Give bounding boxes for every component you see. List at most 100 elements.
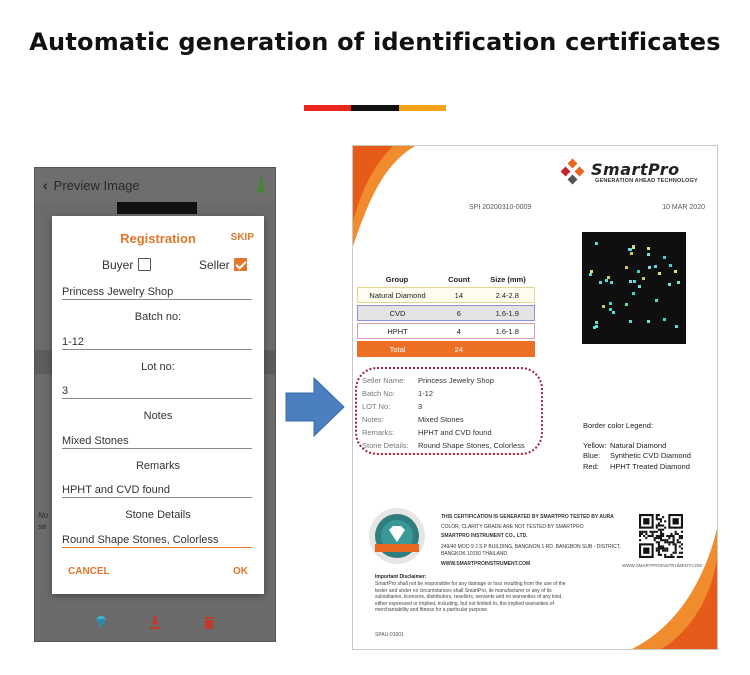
- gem-dot: [632, 291, 636, 295]
- background-text: No se: [38, 511, 49, 531]
- brand-name: SmartPro: [591, 160, 680, 179]
- group-table: Group Count Size (mm) Natural Diamond 14…: [357, 271, 535, 359]
- headline: Automatic generation of identification c…: [29, 28, 721, 56]
- certificate: SmartPro GENERATION AHEAD TECHNOLOGY SPI…: [352, 145, 718, 650]
- table-header: Group Count Size (mm): [385, 274, 526, 284]
- delete-icon[interactable]: [201, 614, 217, 630]
- disclaimer-title: Important Disclaimer:: [375, 574, 427, 580]
- gem-dot: [676, 281, 680, 284]
- details-highlight: Seller Name: Princess Jewelry Shop Batch …: [355, 367, 543, 455]
- table-row: CVD 6 1.6-1.9: [357, 305, 535, 321]
- tricolor-bar: [304, 105, 446, 111]
- preview-strip: [117, 202, 197, 214]
- gem-dot: [667, 283, 671, 287]
- gem-dot: [628, 280, 632, 284]
- gem-dot: [609, 280, 613, 284]
- table-total-row: Total 24: [357, 341, 535, 357]
- gem-dot: [657, 272, 661, 276]
- gem-dot: [668, 264, 672, 268]
- footer-line: WWW.SMARTPROINSTRUMENT.COM: [441, 561, 531, 567]
- gem-dot: [673, 269, 677, 273]
- table-row: Natural Diamond 14 2.4-2.8: [357, 287, 535, 303]
- website-url: WWW.SMARTPROINSTRUMENT.COM: [622, 563, 702, 568]
- gem-dot: [598, 280, 602, 284]
- gem-dot: [662, 255, 666, 259]
- footer-line: COLOR, CLARITY GRADE ARE NOT TESTED BY S…: [441, 524, 584, 530]
- legend-item: Blue: Synthetic CVD Diamond: [583, 451, 691, 460]
- gem-dot: [595, 320, 599, 324]
- notes-label: Notes: [143, 410, 173, 422]
- detail-row: Notes: Mixed Stones: [362, 415, 464, 424]
- stone-details-label: Stone Details: [125, 509, 191, 521]
- gem-dot: [632, 280, 636, 284]
- gem-dot: [648, 265, 652, 269]
- notes-field[interactable]: Mixed Stones: [62, 435, 252, 449]
- qr-code-icon[interactable]: [639, 514, 683, 558]
- gem-dot: [654, 264, 658, 268]
- certificate-number: SPI 20200310-0009: [469, 204, 532, 211]
- download-icon[interactable]: [147, 614, 163, 630]
- gem-dot: [607, 276, 611, 280]
- gem-dot: [624, 266, 628, 270]
- gem-dot: [642, 276, 646, 280]
- detail-row: LOT No: 3: [362, 402, 423, 411]
- footer-line: SMARTPRO INSTRUMENT CO., LTD.: [441, 533, 528, 539]
- cancel-button[interactable]: CANCEL: [68, 566, 110, 577]
- gem-dot: [647, 247, 651, 251]
- buyer-label: Buyer: [102, 258, 134, 272]
- quality-seal-icon: [369, 508, 425, 564]
- gem-dot: [646, 252, 650, 256]
- app-bar: ‹ Preview Image: [35, 168, 275, 204]
- footer-line: BANGKOK 10150 THAILAND.: [441, 551, 509, 557]
- chevron-left-icon[interactable]: ‹: [43, 177, 48, 193]
- skip-button[interactable]: SKIP: [231, 232, 254, 243]
- detail-row: Stone Details: Round Shape Stones, Colorl…: [362, 441, 525, 450]
- certificate-date: 10 MAR 2020: [662, 204, 705, 211]
- gem-dot: [588, 273, 592, 277]
- gem-dot: [631, 245, 635, 249]
- bottom-toolbar: [35, 600, 275, 641]
- brand-tagline: GENERATION AHEAD TECHNOLOGY: [595, 178, 698, 184]
- lot-field[interactable]: 3: [62, 385, 252, 399]
- arrow-right-icon: [285, 376, 345, 438]
- gem-dot: [647, 320, 651, 323]
- gem-dot: [638, 284, 642, 288]
- phone-screenshot: ‹ Preview Image No se Registration SKIP B…: [34, 167, 276, 642]
- gem-dot: [612, 310, 616, 314]
- batch-label: Batch no:: [134, 311, 182, 323]
- batch-field[interactable]: 1-12: [62, 336, 252, 350]
- seller-checkbox[interactable]: [234, 258, 247, 271]
- border-legend: Border color Legend: Yellow: Natural Diam…: [583, 421, 691, 471]
- gem-scan-image: [582, 232, 686, 344]
- gem-dot: [601, 305, 605, 309]
- gem-dot: [630, 251, 634, 255]
- thermometer-icon: [257, 177, 265, 194]
- footer-line: 249/40 MOO 9 J.S.P BUILDING, BANGNON 1 R…: [441, 544, 621, 550]
- stone-details-field[interactable]: Round Shape Stones, Colorless: [62, 534, 252, 548]
- ok-button[interactable]: OK: [233, 566, 248, 577]
- gem-dot: [609, 301, 613, 305]
- table-row: HPHT 4 1.6-1.8: [357, 323, 535, 339]
- footer-line: THIS CERTIFICATION IS GENERATED BY SMART…: [441, 514, 614, 520]
- gem-dot: [595, 325, 599, 329]
- gem-dot: [637, 270, 641, 274]
- buyer-checkbox[interactable]: [138, 258, 151, 271]
- remarks-field[interactable]: HPHT and CVD found: [62, 484, 252, 498]
- smartpro-logo-icon: [560, 158, 585, 185]
- remarks-label: Remarks: [135, 460, 180, 472]
- legend-item: Red: HPHT Treated Diamond: [583, 461, 690, 471]
- diamond-icon[interactable]: [93, 614, 109, 630]
- seller-label: Seller: [199, 258, 230, 272]
- decorative-wave: [353, 146, 415, 246]
- screen-title: Preview Image: [53, 177, 140, 193]
- seller-name-field[interactable]: Princess Jewelry Shop: [62, 286, 252, 300]
- gem-dot: [595, 241, 599, 245]
- lot-label: Lot no:: [141, 361, 175, 373]
- detail-row: Remarks: HPHT and CVD found: [362, 428, 492, 437]
- role-row: Buyer Seller: [52, 256, 264, 274]
- detail-row: Seller Name: Princess Jewelry Shop: [362, 376, 494, 385]
- gem-dot: [629, 320, 633, 324]
- gem-dot: [655, 298, 659, 302]
- gem-dot: [625, 302, 629, 306]
- registration-dialog: Registration SKIP Buyer Seller Princess …: [52, 216, 264, 594]
